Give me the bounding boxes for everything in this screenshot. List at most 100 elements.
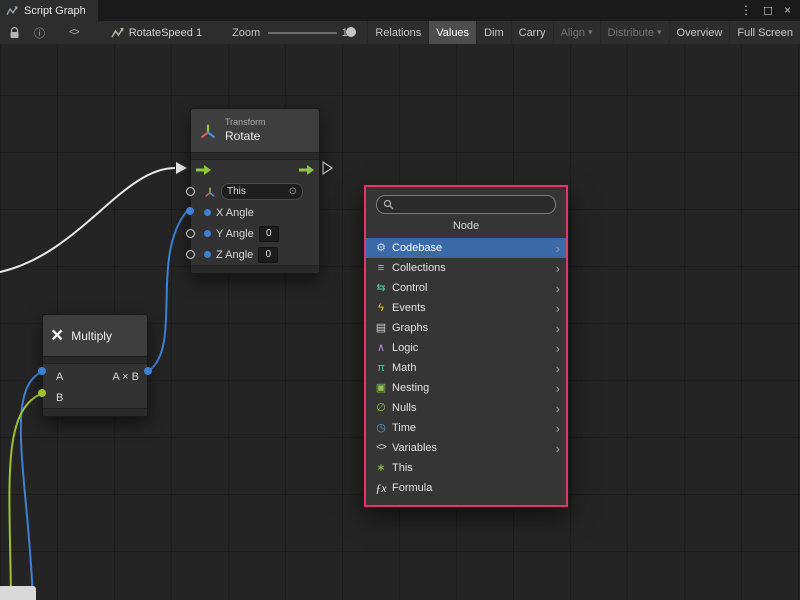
- y-angle-input-port[interactable]: [186, 229, 195, 238]
- multiply-node-header[interactable]: × Multiply: [43, 315, 147, 357]
- node-title: Rotate: [225, 129, 266, 144]
- multiply-output-port[interactable]: [144, 367, 152, 375]
- finder-item-math[interactable]: πMath›: [366, 358, 566, 378]
- branch-icon: ⇆: [373, 283, 389, 294]
- list-icon: ≡: [373, 263, 389, 274]
- chevron-right-icon: ›: [556, 342, 560, 355]
- z-angle-value-field[interactable]: 0: [258, 247, 278, 263]
- distribute-button[interactable]: Distribute▾: [600, 21, 669, 44]
- carry-button[interactable]: Carry: [511, 21, 553, 44]
- overview-button[interactable]: Overview: [669, 21, 730, 44]
- finder-list: ⚙Codebase› ≡Collections› ⇆Control› ϟEven…: [366, 238, 566, 498]
- graph-canvas[interactable]: Transform Rotate This ⊙ X Angle Y Angle …: [0, 44, 800, 600]
- lock-icon[interactable]: [5, 21, 24, 44]
- pi-icon: π: [373, 363, 389, 374]
- null-icon: ∅: [373, 403, 389, 414]
- this-input-port[interactable]: [186, 187, 195, 196]
- partial-node[interactable]: [0, 586, 36, 600]
- finder-item-nulls[interactable]: ∅Nulls›: [366, 398, 566, 418]
- chevron-right-icon: ›: [556, 262, 560, 275]
- logic-icon: ∧: [373, 343, 389, 354]
- control-out-port-icon[interactable]: [323, 162, 332, 174]
- y-angle-port-row: Y Angle 0: [191, 223, 319, 244]
- tab-script-graph[interactable]: Script Graph: [0, 0, 98, 21]
- dim-button[interactable]: Dim: [476, 21, 511, 44]
- this-object-field[interactable]: This ⊙: [221, 183, 303, 200]
- graphs-icon: ▤: [373, 323, 389, 334]
- variables-icon: <>: [373, 443, 389, 453]
- values-button[interactable]: Values: [428, 21, 476, 44]
- finder-item-events[interactable]: ϟEvents›: [366, 298, 566, 318]
- tab-title: Script Graph: [24, 5, 86, 17]
- finder-item-nesting[interactable]: ▣Nesting›: [366, 378, 566, 398]
- node-divider: [43, 357, 147, 364]
- graph-breadcrumb[interactable]: RotateSpeed 1: [111, 27, 202, 39]
- finder-item-graphs[interactable]: ▤Graphs›: [366, 318, 566, 338]
- this-port-row: This ⊙: [191, 181, 319, 202]
- chevron-right-icon: ›: [556, 382, 560, 395]
- nesting-icon: ▣: [373, 383, 389, 394]
- finder-item-this[interactable]: ∗This: [366, 458, 566, 478]
- window-controls: ⋮ ◻ ×: [740, 0, 800, 21]
- finder-item-codebase[interactable]: ⚙Codebase›: [366, 238, 566, 258]
- zoom-label: Zoom: [232, 27, 260, 39]
- close-icon[interactable]: ×: [784, 0, 791, 21]
- z-angle-port-icon: [204, 251, 211, 258]
- toolbar-buttons: Relations Values Dim Carry Align▾ Distri…: [367, 21, 800, 44]
- multiply-a-row: A A × B: [43, 366, 147, 387]
- port-label: X Angle: [216, 207, 254, 219]
- relations-button[interactable]: Relations: [367, 21, 428, 44]
- wire-control-arrowhead: [176, 162, 187, 174]
- finder-item-control[interactable]: ⇆Control›: [366, 278, 566, 298]
- multiply-a-input-port[interactable]: [38, 367, 46, 375]
- chevron-right-icon: ›: [556, 442, 560, 455]
- chevron-right-icon: ›: [556, 282, 560, 295]
- rotate-node-header[interactable]: Transform Rotate: [191, 109, 319, 153]
- control-out-arrow-icon: [299, 165, 314, 175]
- transform-axis-icon: [204, 186, 216, 198]
- finder-item-variables[interactable]: <>Variables›: [366, 438, 566, 458]
- gear-icon: ⚙: [373, 243, 389, 254]
- port-label: Y Angle: [216, 228, 254, 240]
- lightning-icon: ϟ: [373, 303, 389, 314]
- node-search-field[interactable]: [376, 195, 556, 214]
- caret-down-icon: ▾: [657, 27, 662, 38]
- script-graph-icon: [6, 5, 18, 17]
- clock-icon: ◷: [373, 423, 389, 434]
- align-button[interactable]: Align▾: [553, 21, 600, 44]
- tab-bar: Script Graph ⋮ ◻ ×: [0, 0, 800, 21]
- multiply-icon: ×: [51, 325, 63, 346]
- fullscreen-button[interactable]: Full Screen: [729, 21, 800, 44]
- object-picker-icon[interactable]: ⊙: [289, 186, 297, 197]
- kebab-menu-icon[interactable]: ⋮: [740, 0, 752, 21]
- chevron-right-icon: ›: [556, 242, 560, 255]
- code-icon[interactable]: <>: [65, 21, 83, 44]
- finder-header: Node: [366, 214, 566, 238]
- y-angle-port-icon: [204, 230, 211, 237]
- finder-item-collections[interactable]: ≡Collections›: [366, 258, 566, 278]
- port-label: B: [56, 392, 63, 404]
- finder-item-time[interactable]: ◷Time›: [366, 418, 566, 438]
- rotate-node[interactable]: Transform Rotate This ⊙ X Angle Y Angle …: [190, 108, 320, 274]
- y-angle-value-field[interactable]: 0: [259, 226, 279, 242]
- node-footer: [43, 408, 147, 416]
- graph-toolbar: ⓘ <> RotateSpeed 1 Zoom 1x Relations Val…: [0, 21, 800, 45]
- chevron-right-icon: ›: [556, 422, 560, 435]
- finder-item-logic[interactable]: ∧Logic›: [366, 338, 566, 358]
- search-input[interactable]: [398, 198, 549, 211]
- finder-item-formula[interactable]: ƒxFormula: [366, 478, 566, 498]
- wire-control-in[interactable]: [0, 168, 175, 272]
- z-angle-input-port[interactable]: [186, 250, 195, 259]
- zoom-slider-thumb[interactable]: [346, 27, 356, 37]
- port-label: A: [56, 371, 63, 383]
- multiply-b-input-port[interactable]: [38, 389, 46, 397]
- formula-icon: ƒx: [373, 482, 389, 494]
- x-angle-input-port[interactable]: [186, 207, 194, 215]
- node-title: Multiply: [71, 329, 112, 343]
- wire-into-multiply-b[interactable]: [9, 392, 46, 600]
- multiply-node[interactable]: × Multiply A A × B B: [42, 314, 148, 417]
- info-icon[interactable]: ⓘ: [30, 21, 49, 44]
- zoom-slider[interactable]: [268, 21, 337, 44]
- wire-multiply-to-x-angle[interactable]: [150, 211, 187, 370]
- maximize-icon[interactable]: ◻: [763, 0, 773, 21]
